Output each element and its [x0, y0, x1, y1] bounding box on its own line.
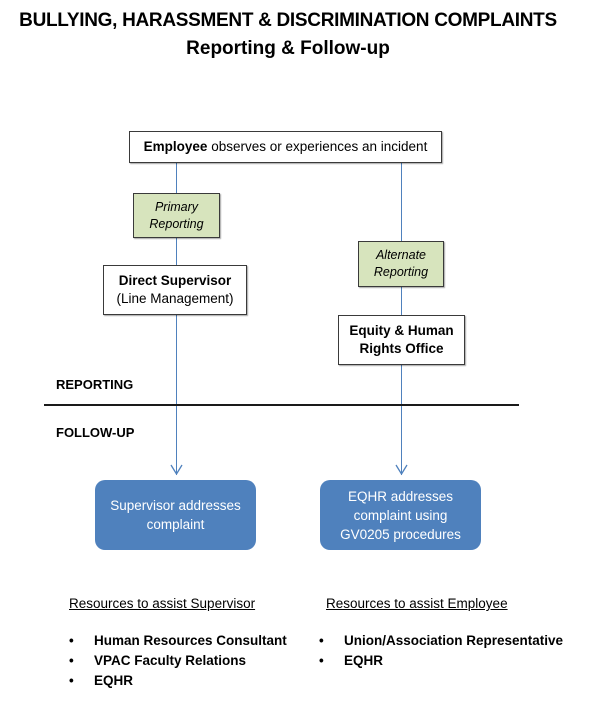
employee-box: Employee observes or experiences an inci…	[129, 131, 442, 163]
direct-supervisor-subtitle: (Line Management)	[116, 291, 234, 306]
list-item: • EQHR	[67, 671, 287, 691]
supervisor-resources-heading: Resources to assist Supervisor	[69, 596, 256, 611]
alternate-reporting-line2: Reporting	[373, 265, 429, 279]
supervisor-addresses-line1: Supervisor addresses	[110, 498, 241, 513]
primary-reporting-box: Primary Reporting	[133, 193, 220, 238]
supervisor-addresses-box: Supervisor addresses complaint	[95, 480, 256, 550]
reporting-section-label: REPORTING	[56, 377, 134, 392]
connector-employee-to-alternate	[401, 163, 402, 241]
list-item: • VPAC Faculty Relations	[67, 651, 287, 671]
alternate-reporting-line1: Alternate	[375, 248, 426, 262]
equity-office-line1: Equity & Human	[349, 323, 454, 338]
employee-resources-heading: Resources to assist Employee	[326, 596, 508, 611]
list-item: • Human Resources Consultant	[67, 631, 287, 651]
list-item: • Union/Association Representative	[317, 631, 563, 651]
alternate-reporting-box: Alternate Reporting	[358, 241, 444, 287]
bullet-icon: •	[319, 633, 324, 648]
connector-supervisor-to-followup	[176, 315, 177, 475]
supervisor-addresses-line2: complaint	[146, 517, 205, 532]
bullet-icon: •	[69, 653, 74, 668]
eqhr-addresses-line2: complaint using	[353, 507, 448, 523]
diagram-subtitle: Reporting & Follow-up	[186, 38, 390, 59]
section-divider	[44, 404, 519, 406]
arrowhead-left	[170, 464, 183, 476]
bullet-icon: •	[69, 633, 74, 648]
employee-label: Employee	[143, 139, 208, 154]
bullet-icon: •	[319, 653, 324, 668]
equity-office-box: Equity & Human Rights Office	[338, 315, 465, 365]
diagram-title: BULLYING, HARASSMENT & DISCRIMINATION CO…	[19, 10, 557, 31]
arrowhead-right	[395, 464, 408, 476]
employee-resources-list: • Union/Association Representative • EQHR	[317, 631, 563, 671]
connector-equity-to-followup	[401, 365, 402, 475]
bullet-icon: •	[69, 673, 74, 688]
eqhr-addresses-box: EQHR addresses complaint using GV0205 pr…	[320, 480, 481, 550]
employee-description: observes or experiences an incident	[207, 139, 428, 154]
primary-reporting-line1: Primary	[154, 199, 199, 214]
list-item: • EQHR	[317, 651, 563, 671]
supervisor-resources-list: • Human Resources Consultant • VPAC Facult…	[67, 631, 287, 691]
eqhr-addresses-line3: GV0205 procedures	[340, 526, 461, 542]
primary-reporting-line2: Reporting	[149, 216, 204, 231]
direct-supervisor-box: Direct Supervisor (Line Management)	[103, 265, 247, 315]
eqhr-addresses-line1: EQHR addresses	[347, 488, 454, 504]
connector-employee-to-primary	[176, 163, 177, 193]
connector-alternate-to-equity	[401, 287, 402, 315]
direct-supervisor-title: Direct Supervisor	[118, 273, 232, 288]
followup-section-label: FOLLOW-UP	[56, 425, 135, 440]
connector-primary-to-supervisor	[176, 238, 177, 265]
equity-office-line2: Rights Office	[359, 341, 444, 356]
